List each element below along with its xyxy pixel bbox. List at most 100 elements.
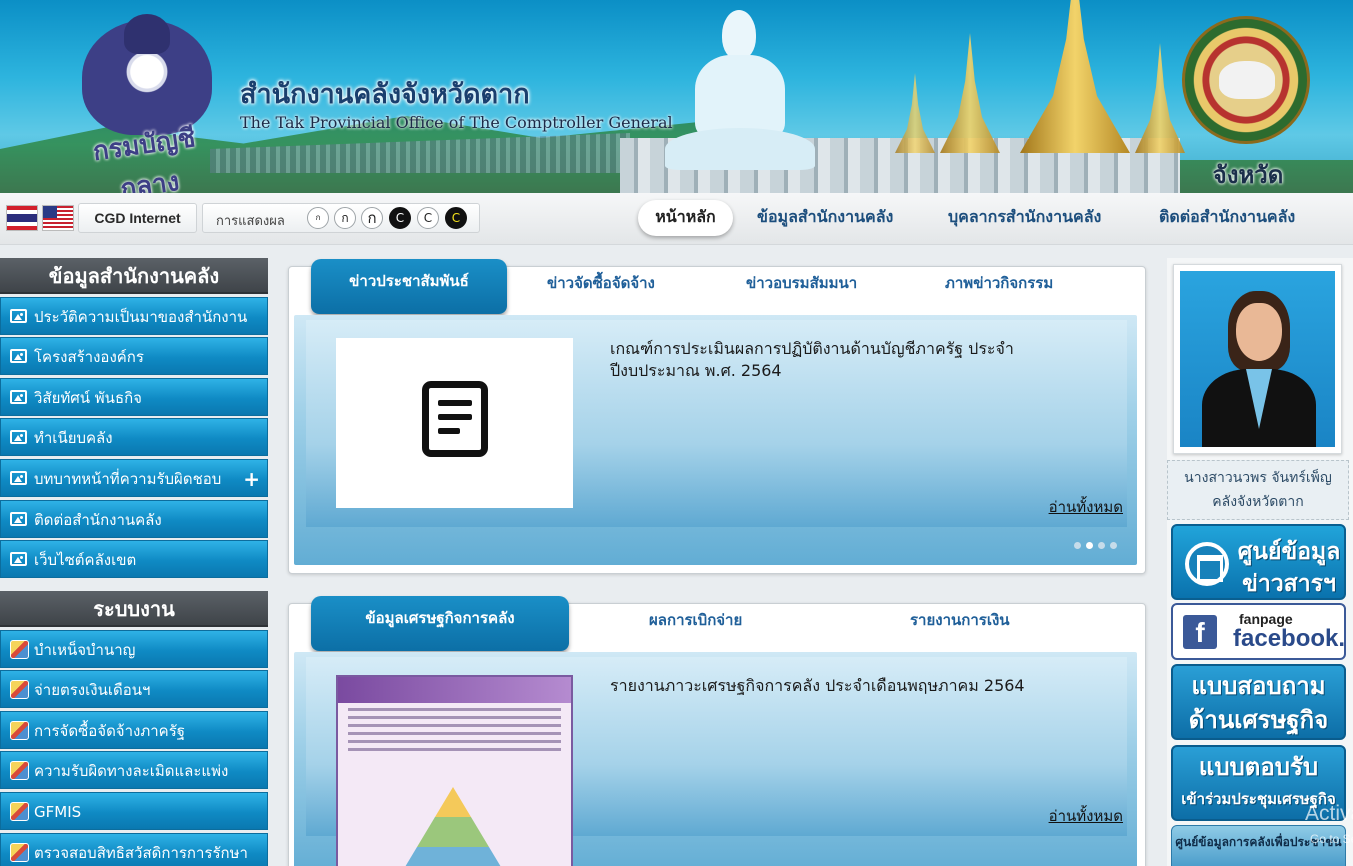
sidebar-section-title: ระบบงาน xyxy=(0,591,268,627)
sidebar-item-directory[interactable]: ทำเนียบคลัง xyxy=(0,418,268,457)
image-icon xyxy=(10,470,27,485)
sidebar-item-procurement[interactable]: การจัดซื้อจัดจ้างภาครัฐ xyxy=(0,710,268,749)
building-icon xyxy=(1185,542,1229,586)
sidebar-item-label: ประวัติความเป็นมาของสำนักงาน xyxy=(34,307,248,326)
document-icon xyxy=(422,381,488,457)
sidebar-item-pension[interactable]: บำเหน็จบำนาญ xyxy=(0,629,268,668)
tools-icon xyxy=(10,680,29,700)
tab-press-release[interactable]: ข่าวประชาสัมพันธ์ xyxy=(311,259,507,314)
news-thumbnail[interactable] xyxy=(336,338,573,508)
slider-dot-active[interactable] xyxy=(1086,542,1093,549)
sidebar-section-title: ข้อมูลสำนักงานคลัง xyxy=(0,258,268,294)
economy-panel: ข้อมูลเศรษฐกิจการคลัง ผลการเบิกจ่าย รายง… xyxy=(288,596,1146,866)
sidebar-item-label: บทบาทหน้าที่ความรับผิดชอบ xyxy=(34,469,222,488)
font-size-large-button[interactable]: ก xyxy=(361,207,383,229)
nav-office-info[interactable]: ข้อมูลสำนักงานคลัง xyxy=(757,193,893,245)
tools-icon xyxy=(10,801,29,821)
sidebar-item-salary[interactable]: จ่ายตรงเงินเดือนฯ xyxy=(0,670,268,709)
tools-icon xyxy=(10,842,29,862)
banner-stupa xyxy=(940,33,1000,153)
tools-icon xyxy=(10,761,29,781)
sidebar-item-roles[interactable]: บทบาทหน้าที่ความรับผิดชอบ + xyxy=(0,458,268,497)
slider-dot[interactable] xyxy=(1074,542,1081,549)
nav-home[interactable]: หน้าหลัก xyxy=(638,200,733,236)
tools-icon xyxy=(10,639,29,659)
cgd-internet-button[interactable]: CGD Internet xyxy=(78,203,197,233)
nav-contact[interactable]: ติดต่อสำนักงานคลัง xyxy=(1159,193,1295,245)
sidebar-item-contact[interactable]: ติดต่อสำนักงานคลัง xyxy=(0,499,268,538)
sidebar-item-structure[interactable]: โครงสร้างองค์กร xyxy=(0,337,268,376)
director-portrait xyxy=(1173,264,1342,454)
image-icon xyxy=(10,430,27,445)
font-size-small-button[interactable]: ก xyxy=(307,207,329,229)
economy-report-title[interactable]: รายงานภาวะเศรษฐกิจการคลัง ประจำเดือนพฤษภ… xyxy=(610,675,1070,697)
sidebar-item-vision[interactable]: วิสัยทัศน์ พันธกิจ xyxy=(0,377,268,416)
us-flag-icon[interactable] xyxy=(42,205,74,231)
tab-financial-report[interactable]: รายงานการเงิน xyxy=(910,608,1010,632)
tab-procurement-news[interactable]: ข่าวจัดซื้อจัดจ้าง xyxy=(547,271,655,295)
director-position: คลังจังหวัดตาก xyxy=(1212,494,1304,510)
contrast-dark-button[interactable]: C xyxy=(389,207,411,229)
info-center-button[interactable]: ศูนย์ข้อมูล ข่าวสารฯ xyxy=(1171,524,1346,600)
survey-sublabel: ด้านเศรษฐกิจ xyxy=(1188,706,1329,734)
economic-survey-button[interactable]: แบบสอบถาม ด้านเศรษฐกิจ xyxy=(1171,664,1346,740)
banner-stupa xyxy=(895,73,935,153)
facebook-icon: f xyxy=(1183,615,1217,649)
sidebar-systems: ระบบงาน บำเหน็จบำนาญ จ่ายตรงเงินเดือนฯ ก… xyxy=(0,591,268,866)
economy-slide: รายงานภาวะเศรษฐกิจการคลัง ประจำเดือนพฤษภ… xyxy=(306,657,1127,866)
facebook-fanpage-button[interactable]: f fanpage facebook. xyxy=(1171,603,1346,660)
activation-watermark-sub: Go to Se xyxy=(1310,832,1353,846)
display-label: การแสดงผล xyxy=(216,214,285,229)
slider-dot[interactable] xyxy=(1098,542,1105,549)
sidebar-item-label: จ่ายตรงเงินเดือนฯ xyxy=(34,681,151,700)
site-banner: กรมบัญชีกลาง สำนักงานคลังจังหวัดตาก The … xyxy=(0,0,1353,193)
banner-stupa-main xyxy=(1020,0,1130,153)
sidebar-item-label: โครงสร้างองค์กร xyxy=(34,348,144,367)
sidebar-item-medical-rights[interactable]: ตรวจสอบสิทธิสวัสดิการการรักษา xyxy=(0,832,268,866)
contrast-normal-button[interactable]: C xyxy=(417,207,439,229)
sidebar-item-liability[interactable]: ความรับผิดทางละเมิดและแพ่ง xyxy=(0,751,268,790)
read-all-link[interactable]: อ่านทั้งหมด xyxy=(1049,804,1123,828)
sidebar-item-label: ความรับผิดทางละเมิดและแพ่ง xyxy=(34,762,229,781)
news-tabs: ข่าวประชาสัมพันธ์ ข่าวจัดซื้อจัดจ้าง ข่า… xyxy=(289,259,1145,314)
expand-plus-icon[interactable]: + xyxy=(243,460,260,496)
activation-watermark: Activat xyxy=(1305,802,1353,825)
sidebar-item-district-sites[interactable]: เว็บไซต์คลังเขต xyxy=(0,540,268,579)
tab-activity-photos[interactable]: ภาพข่าวกิจกรรม xyxy=(945,271,1053,295)
info-center-label: ศูนย์ข้อมูล xyxy=(1237,539,1341,565)
image-icon xyxy=(10,308,27,323)
director-name: นางสาวนวพร จันทร์เพ็ญ xyxy=(1184,470,1332,486)
report-thumbnail[interactable] xyxy=(336,675,573,866)
sidebar-item-label: ตรวจสอบสิทธิสวัสดิการการรักษา xyxy=(34,843,248,862)
image-icon xyxy=(10,511,27,526)
banner-stupa xyxy=(1135,43,1185,153)
cgd-logo[interactable]: กรมบัญชีกลาง xyxy=(72,12,222,193)
tab-disbursement[interactable]: ผลการเบิกจ่าย xyxy=(649,608,742,632)
thai-flag-icon[interactable] xyxy=(6,205,38,231)
site-title: สำนักงานคลังจังหวัดตาก xyxy=(240,79,530,110)
news-title[interactable]: เกณฑ์การประเมินผลการปฏิบัติงานด้านบัญชีภ… xyxy=(610,338,1070,382)
facebook-label: facebook. xyxy=(1233,625,1346,652)
news-slider: เกณฑ์การประเมินผลการปฏิบัติงานด้านบัญชีภ… xyxy=(294,315,1137,565)
slider-dot[interactable] xyxy=(1110,542,1117,549)
sidebar-item-history[interactable]: ประวัติความเป็นมาของสำนักงาน xyxy=(0,296,268,335)
sidebar-office-info: ข้อมูลสำนักงานคลัง ประวัติความเป็นมาของส… xyxy=(0,258,268,579)
contrast-yellow-button[interactable]: C xyxy=(445,207,467,229)
display-settings: การแสดงผล ก ก ก C C C xyxy=(202,203,480,233)
slider-dots xyxy=(1069,534,1117,553)
economy-tabs: ข้อมูลเศรษฐกิจการคลัง ผลการเบิกจ่าย รายง… xyxy=(289,596,1145,651)
person-photo xyxy=(1180,271,1335,447)
read-all-link[interactable]: อ่านทั้งหมด xyxy=(1049,495,1123,519)
sidebar-item-gfmis[interactable]: GFMIS xyxy=(0,791,268,830)
nav-personnel[interactable]: บุคลากรสำนักงานคลัง xyxy=(948,193,1101,245)
sidebar-item-label: ติดต่อสำนักงานคลัง xyxy=(34,510,162,529)
sidebar-item-label: การจัดซื้อจัดจ้างภาครัฐ xyxy=(34,721,186,740)
sidebar-item-label: เว็บไซต์คลังเขต xyxy=(34,551,137,570)
tab-fiscal-economy[interactable]: ข้อมูลเศรษฐกิจการคลัง xyxy=(311,596,569,651)
director-caption: นางสาวนวพร จันทร์เพ็ญ คลังจังหวัดตาก xyxy=(1167,460,1349,520)
font-size-medium-button[interactable]: ก xyxy=(334,207,356,229)
image-icon xyxy=(10,552,27,567)
province-label: จังหวัดตาก xyxy=(1212,161,1284,189)
sidebar-item-label: วิสัยทัศน์ พันธกิจ xyxy=(34,388,142,407)
tab-training-news[interactable]: ข่าวอบรมสัมมนา xyxy=(746,271,857,295)
